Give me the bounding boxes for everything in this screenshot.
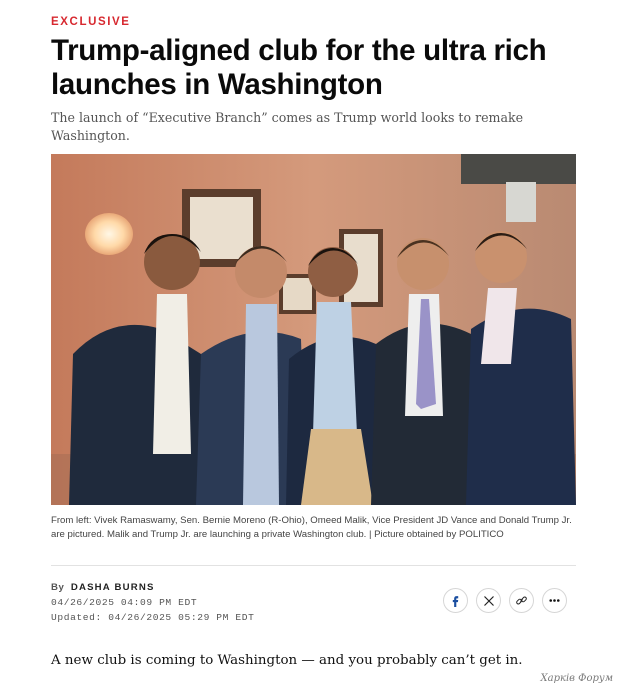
watermark: Харків Форум [540, 673, 613, 684]
more-icon [549, 599, 560, 602]
link-icon [516, 596, 527, 605]
photo-caption: From left: Vivek Ramaswamy, Sen. Bernie … [51, 515, 572, 540]
x-icon [483, 595, 494, 606]
divider [51, 565, 576, 566]
dek: The launch of “Executive Branch” comes a… [51, 110, 524, 143]
lede-paragraph: A new club is coming to Washington — and… [51, 653, 523, 668]
author-link[interactable]: DASHA BURNS [71, 582, 155, 593]
share-facebook-button[interactable] [443, 588, 468, 613]
more-options-button[interactable] [542, 588, 567, 613]
facebook-icon [452, 596, 459, 607]
headline-line-1: Trump-aligned club for the ultra rich [51, 34, 547, 67]
share-bar [443, 588, 567, 613]
share-x-button[interactable] [476, 588, 501, 613]
headline-line-2: launches in Washington [51, 68, 383, 101]
headline: Trump-aligned club for the ultra rich la… [51, 34, 591, 102]
article-photo[interactable] [51, 154, 576, 505]
byline: By DASHA BURNS 04/26/2025 04:09 PM EDT U… [51, 580, 254, 625]
kicker-label: EXCLUSIVE [51, 16, 131, 28]
published-timestamp: 04/26/2025 04:09 PM EDT [51, 597, 198, 608]
copy-link-button[interactable] [509, 588, 534, 613]
byline-prefix: By [51, 582, 65, 593]
updated-timestamp: Updated: 04/26/2025 05:29 PM EDT [51, 612, 255, 623]
